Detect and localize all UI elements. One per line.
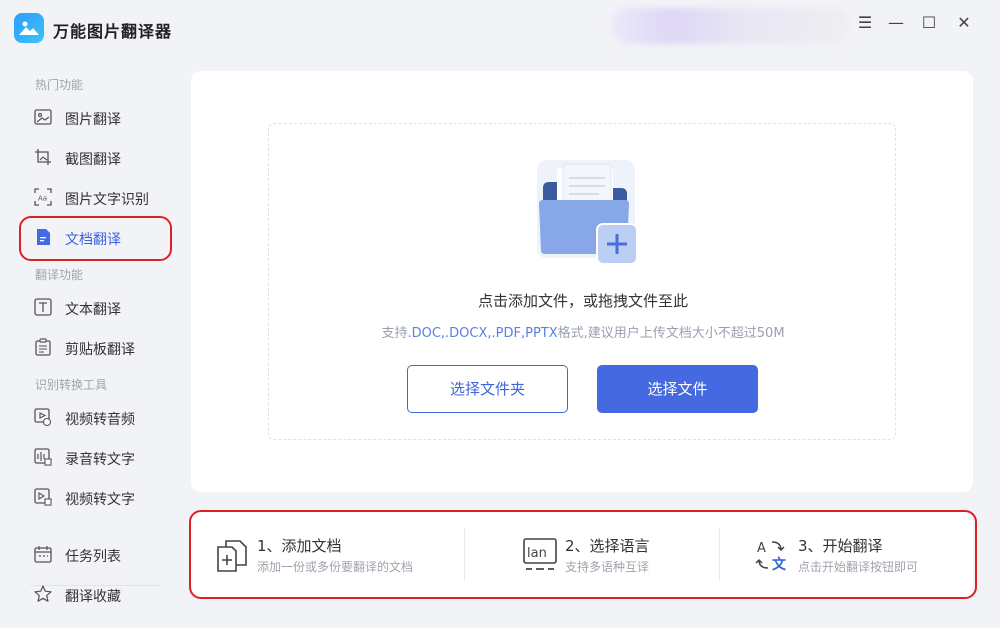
section-title-tools: 识别转换工具	[35, 378, 108, 392]
sidebar-item-label: 截图翻译	[65, 152, 121, 168]
sidebar: 热门功能 图片翻译 截图翻译 Aa 图片文字识别 文档翻译 翻译功能 文本翻译 …	[0, 60, 180, 628]
section-title-translate: 翻译功能	[35, 268, 84, 282]
sidebar-item-label: 图片文字识别	[65, 192, 149, 208]
clipboard-icon	[35, 338, 51, 356]
calendar-icon	[34, 546, 52, 563]
steps-highlight	[189, 510, 977, 599]
select-file-button[interactable]: 选择文件	[597, 365, 758, 413]
hint-formats: .DOC,.DOCX,.PDF,PPTX	[407, 326, 558, 341]
sidebar-item-video-to-audio[interactable]: 视频转音频	[24, 398, 170, 436]
sidebar-item-text-translate[interactable]: 文本翻译	[24, 288, 170, 326]
hint-suffix: 格式,建议用户上传文档大小不超过50M	[557, 326, 785, 341]
hint-prefix: 支持	[381, 326, 408, 341]
title-bar: 万能图片翻译器 ☰ — ☐ ✕	[0, 0, 1000, 56]
image-icon	[34, 109, 52, 125]
sidebar-item-favorites[interactable]: 翻译收藏	[24, 575, 170, 613]
active-item-highlight	[19, 216, 172, 261]
close-icon[interactable]: ✕	[955, 14, 973, 32]
sidebar-item-clipboard-translate[interactable]: 剪贴板翻译	[24, 328, 170, 366]
sidebar-item-label: 翻译收藏	[65, 589, 121, 605]
screenshot-icon	[35, 149, 51, 165]
sidebar-item-image-translate[interactable]: 图片翻译	[24, 98, 170, 136]
drop-title: 点击添加文件，或拖拽文件至此	[477, 292, 688, 310]
app-title: 万能图片翻译器	[53, 22, 173, 41]
user-info-blurred[interactable]	[610, 8, 850, 44]
maximize-icon[interactable]: ☐	[920, 14, 938, 32]
sidebar-item-video-to-text[interactable]: 视频转文字	[24, 478, 170, 516]
menu-icon[interactable]: ☰	[856, 14, 874, 32]
svg-text:Aa: Aa	[38, 195, 47, 203]
sidebar-item-label: 剪贴板翻译	[65, 342, 135, 358]
text-icon	[34, 298, 52, 316]
upload-card: 点击添加文件，或拖拽文件至此 支持.DOC,.DOCX,.PDF,PPTX格式,…	[191, 71, 973, 492]
app-logo-icon	[14, 13, 44, 43]
sidebar-item-screenshot-translate[interactable]: 截图翻译	[24, 138, 170, 176]
audio-text-icon	[34, 448, 52, 466]
sidebar-item-label: 图片翻译	[65, 112, 121, 128]
star-icon	[34, 585, 52, 602]
sidebar-item-label: 任务列表	[65, 549, 121, 565]
section-title-hot: 热门功能	[35, 78, 84, 92]
select-folder-button[interactable]: 选择文件夹	[407, 365, 568, 413]
drop-hint: 支持.DOC,.DOCX,.PDF,PPTX格式,建议用户上传文档大小不超过50…	[269, 322, 897, 341]
video-audio-icon	[34, 408, 52, 426]
sidebar-item-label: 视频转音频	[65, 412, 135, 428]
sidebar-item-task-list[interactable]: 任务列表	[24, 535, 170, 573]
sidebar-item-ocr[interactable]: Aa 图片文字识别	[24, 178, 170, 216]
sidebar-item-audio-to-text[interactable]: 录音转文字	[24, 438, 170, 476]
minimize-icon[interactable]: —	[887, 14, 905, 32]
file-drop-zone[interactable]: 点击添加文件，或拖拽文件至此 支持.DOC,.DOCX,.PDF,PPTX格式,…	[268, 123, 896, 440]
sidebar-item-label: 视频转文字	[65, 492, 135, 508]
ocr-icon: Aa	[34, 188, 52, 206]
video-text-icon	[34, 488, 52, 506]
folder-add-icon	[537, 160, 638, 265]
sidebar-item-label: 录音转文字	[65, 452, 135, 468]
sidebar-item-label: 文本翻译	[65, 302, 121, 318]
